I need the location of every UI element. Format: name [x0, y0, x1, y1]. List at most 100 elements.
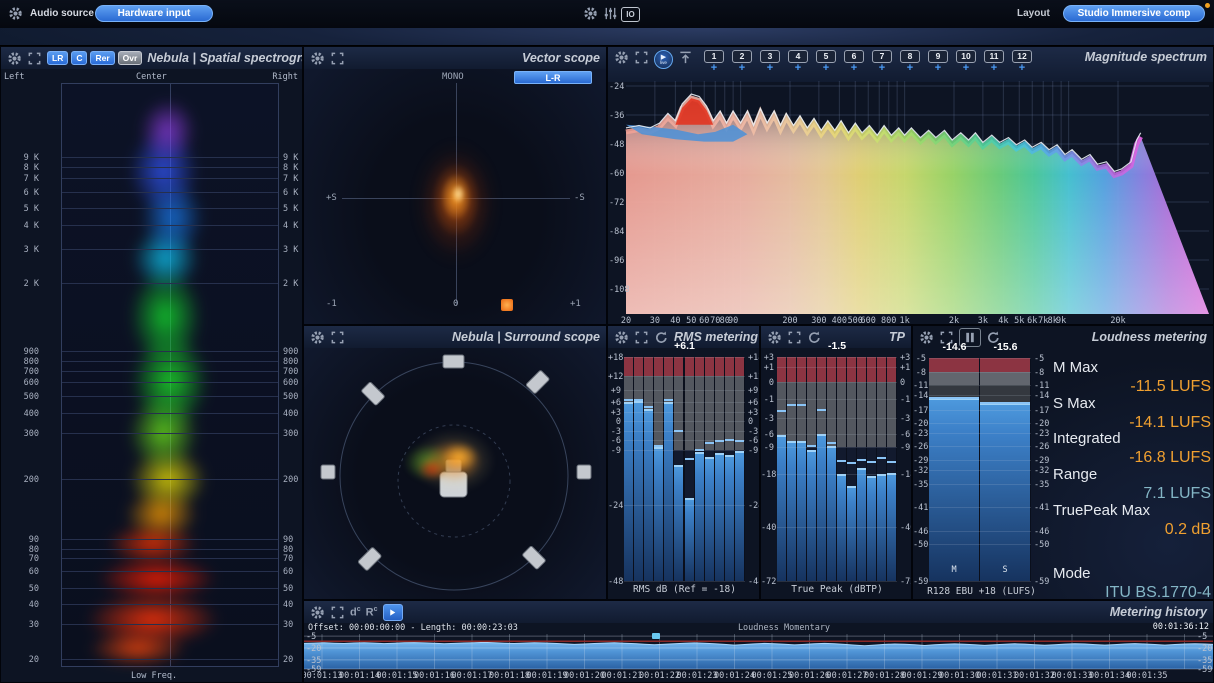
freq-tick-label: 5 K: [283, 204, 298, 214]
spatial-settings-icon[interactable]: [7, 51, 22, 66]
panel-true-peak: TP -1.5 True Peak (dBTP) +3+3+1+100-1-1-…: [760, 325, 912, 600]
io-routing-icon[interactable]: IO: [621, 7, 640, 22]
spatial-chip-rer[interactable]: Rer: [90, 51, 114, 66]
meter-scale-label: -17: [1034, 406, 1049, 416]
panel-spatial-spectrogram: LRCRerOvr Nebula | Spatial spectrogram L…: [0, 46, 303, 683]
meter-gridline: [929, 446, 1031, 447]
freq-gridline: [62, 361, 278, 362]
audio-source-label: Audio source: [30, 8, 94, 19]
meter-scale-label: +12: [608, 372, 621, 382]
meter-zone: [867, 382, 876, 448]
history-scale-label: -5: [306, 632, 316, 642]
loudness-stat-label: Integrated: [1053, 430, 1121, 447]
meter-scale-label: +6: [748, 398, 758, 408]
meter-peak-cap: [980, 402, 1030, 404]
freq-tick-label: 4 K: [5, 221, 39, 231]
meter-peak-cap: [777, 410, 786, 412]
meter-bar: [797, 441, 806, 581]
meter-cell: [787, 357, 796, 581]
top-bar: Audio source Hardware input IO Layout St…: [0, 0, 1214, 28]
meter-scale-label: -6: [761, 430, 774, 440]
timeline-label[interactable]: 00:01:35: [1123, 671, 1171, 681]
sliders-icon[interactable]: [603, 6, 618, 21]
db-tick-label: -36: [609, 111, 624, 121]
meter-scale-label: -23: [1034, 429, 1049, 439]
freq-gridline: [62, 558, 278, 559]
hardware-input-button[interactable]: Hardware input: [95, 5, 213, 22]
freq-tick-label: 600: [283, 378, 298, 388]
spatial-chip-lr[interactable]: LR: [47, 51, 68, 66]
meter-bar: [674, 465, 683, 581]
meter-gridline: [929, 385, 1031, 386]
meter-peak-cap: [877, 457, 886, 459]
db-tick-label: -72: [609, 198, 624, 208]
freq-tick-label: 300: [283, 429, 298, 439]
global-settings-icon[interactable]: [583, 6, 598, 21]
vector-minus-s-label: -S: [574, 193, 585, 203]
freq-gridline: [62, 588, 278, 589]
freq-axis-label: 2k: [942, 316, 966, 325]
meter-bar: [654, 447, 663, 581]
spatial-fullscreen-icon[interactable]: [27, 51, 42, 66]
vector-settings-icon[interactable]: [310, 51, 325, 66]
meter-cell: [777, 357, 786, 581]
freq-gridline: [62, 225, 278, 226]
freq-tick-label: 700: [5, 367, 39, 377]
meter-zone: [980, 372, 1030, 385]
meter-scale-label: -6: [748, 436, 758, 446]
loudness-stats: M Max-11.5 LUFSS Max-14.1 LUFSIntegrated…: [1049, 326, 1211, 600]
meter-bar: [929, 398, 979, 581]
layout-preset-button[interactable]: Studio Immersive comp: [1063, 5, 1205, 22]
meter-gridline: [777, 434, 897, 435]
panel-metering-history: dc Rc Metering history Offset: 00:00:00:…: [303, 600, 1214, 683]
meter-peak-cap: [797, 404, 806, 406]
meter-zone: [725, 357, 734, 376]
vector-mode-button[interactable]: L-R: [514, 71, 592, 84]
meter-zone: [817, 357, 826, 382]
freq-gridline: [62, 479, 278, 480]
spatial-chip-c[interactable]: C: [71, 51, 87, 66]
meter-gridline: [777, 382, 897, 383]
meter-peak-cap: [837, 460, 846, 462]
freq-axis-label: 20k: [1106, 316, 1130, 325]
meter-scale-label: -9: [748, 446, 758, 456]
freq-axis-label: 200: [778, 316, 802, 325]
db-tick-label: -24: [609, 82, 624, 92]
spatial-chip-ovr[interactable]: Ovr: [118, 51, 143, 66]
db-tick-label: -96: [609, 256, 624, 266]
meter-scale-label: -35: [913, 480, 926, 490]
meter-scale-label: -46: [1034, 527, 1049, 537]
meter-scale-label: 0: [761, 378, 774, 388]
freq-tick-label: 20: [5, 655, 39, 665]
correlation-marker[interactable]: [501, 299, 513, 311]
meter-gridline: [929, 544, 1031, 545]
meter-cell: [807, 357, 816, 581]
audio-source-settings-icon[interactable]: [8, 6, 23, 21]
loudness-stat-value: 0.2 dB: [1053, 521, 1211, 539]
meter-bar: [644, 409, 653, 581]
meter-peak-cap: [705, 442, 714, 444]
meter-peak-cap: [685, 458, 694, 460]
freq-axis-label: 1k: [893, 316, 917, 325]
meter-scale-label: -20: [913, 419, 926, 429]
meter-scale-label: +18: [608, 353, 621, 363]
meter-scale-label: -8: [1034, 368, 1044, 378]
freq-tick-label: 200: [5, 475, 39, 485]
meter-scale-label: -6: [608, 436, 621, 446]
loudness-stat-label: TruePeak Max: [1053, 502, 1150, 519]
spectrogram-plot: [61, 83, 279, 667]
meter-gridline: [929, 507, 1031, 508]
meter-gridline: [624, 402, 745, 403]
freq-tick-label: 7 K: [283, 174, 298, 184]
freq-axis-label: 90: [721, 316, 745, 325]
freq-gridline: [62, 208, 278, 209]
meter-bar: [695, 452, 704, 581]
meter-cell: [867, 357, 876, 581]
meter-peak-cap: [787, 404, 796, 406]
meter-scale-label: 0: [748, 417, 753, 427]
freq-tick-label: 600: [5, 378, 39, 388]
meter-scale-label: +6: [608, 398, 621, 408]
vector-fullscreen-icon[interactable]: [330, 51, 345, 66]
meter-scale-label: -46: [913, 527, 926, 537]
freq-tick-label: 200: [283, 475, 298, 485]
